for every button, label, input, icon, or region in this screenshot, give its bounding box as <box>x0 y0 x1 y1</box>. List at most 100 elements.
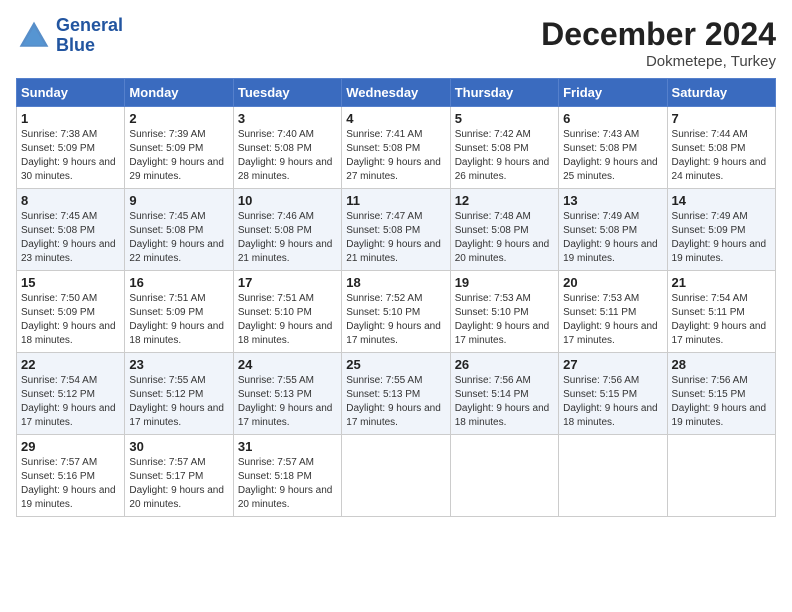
header-wednesday: Wednesday <box>342 79 450 107</box>
day-number: 13 <box>563 193 662 208</box>
day-number: 14 <box>672 193 771 208</box>
day-number: 28 <box>672 357 771 372</box>
day-number: 4 <box>346 111 445 126</box>
week-row-1: 1 Sunrise: 7:38 AMSunset: 5:09 PMDaylight… <box>17 107 776 189</box>
day-cell: 4 Sunrise: 7:41 AMSunset: 5:08 PMDaylight… <box>342 107 450 189</box>
day-cell <box>667 435 775 517</box>
day-info: Sunrise: 7:46 AMSunset: 5:08 PMDaylight:… <box>238 211 333 264</box>
day-number: 17 <box>238 275 337 290</box>
day-number: 24 <box>238 357 337 372</box>
day-number: 18 <box>346 275 445 290</box>
day-number: 6 <box>563 111 662 126</box>
day-number: 21 <box>672 275 771 290</box>
day-info: Sunrise: 7:44 AMSunset: 5:08 PMDaylight:… <box>672 129 767 182</box>
day-info: Sunrise: 7:53 AMSunset: 5:11 PMDaylight:… <box>563 293 658 346</box>
day-info: Sunrise: 7:55 AMSunset: 5:12 PMDaylight:… <box>129 375 224 428</box>
day-cell: 27 Sunrise: 7:56 AMSunset: 5:15 PMDayligh… <box>559 353 667 435</box>
header-tuesday: Tuesday <box>233 79 341 107</box>
week-row-5: 29 Sunrise: 7:57 AMSunset: 5:16 PMDayligh… <box>17 435 776 517</box>
day-info: Sunrise: 7:45 AMSunset: 5:08 PMDaylight:… <box>21 211 116 264</box>
day-info: Sunrise: 7:55 AMSunset: 5:13 PMDaylight:… <box>238 375 333 428</box>
day-info: Sunrise: 7:57 AMSunset: 5:17 PMDaylight:… <box>129 457 224 510</box>
day-cell: 28 Sunrise: 7:56 AMSunset: 5:15 PMDayligh… <box>667 353 775 435</box>
day-info: Sunrise: 7:53 AMSunset: 5:10 PMDaylight:… <box>455 293 550 346</box>
day-number: 20 <box>563 275 662 290</box>
logo: General Blue <box>16 16 123 56</box>
day-number: 26 <box>455 357 554 372</box>
day-info: Sunrise: 7:51 AMSunset: 5:10 PMDaylight:… <box>238 293 333 346</box>
header-friday: Friday <box>559 79 667 107</box>
month-title: December 2024 <box>541 16 776 53</box>
day-number: 15 <box>21 275 120 290</box>
day-cell: 24 Sunrise: 7:55 AMSunset: 5:13 PMDayligh… <box>233 353 341 435</box>
day-info: Sunrise: 7:56 AMSunset: 5:15 PMDaylight:… <box>563 375 658 428</box>
day-info: Sunrise: 7:52 AMSunset: 5:10 PMDaylight:… <box>346 293 441 346</box>
day-number: 7 <box>672 111 771 126</box>
header-monday: Monday <box>125 79 233 107</box>
day-number: 2 <box>129 111 228 126</box>
day-cell <box>559 435 667 517</box>
day-info: Sunrise: 7:42 AMSunset: 5:08 PMDaylight:… <box>455 129 550 182</box>
day-info: Sunrise: 7:48 AMSunset: 5:08 PMDaylight:… <box>455 211 550 264</box>
day-number: 22 <box>21 357 120 372</box>
day-cell: 13 Sunrise: 7:49 AMSunset: 5:08 PMDayligh… <box>559 189 667 271</box>
day-number: 10 <box>238 193 337 208</box>
day-number: 31 <box>238 439 337 454</box>
day-info: Sunrise: 7:56 AMSunset: 5:15 PMDaylight:… <box>672 375 767 428</box>
day-info: Sunrise: 7:55 AMSunset: 5:13 PMDaylight:… <box>346 375 441 428</box>
calendar-body: 1 Sunrise: 7:38 AMSunset: 5:09 PMDaylight… <box>17 107 776 517</box>
day-cell: 12 Sunrise: 7:48 AMSunset: 5:08 PMDayligh… <box>450 189 558 271</box>
day-number: 30 <box>129 439 228 454</box>
day-number: 1 <box>21 111 120 126</box>
day-info: Sunrise: 7:57 AMSunset: 5:16 PMDaylight:… <box>21 457 116 510</box>
day-cell: 10 Sunrise: 7:46 AMSunset: 5:08 PMDayligh… <box>233 189 341 271</box>
title-block: December 2024 Dokmetepe, Turkey <box>541 16 776 70</box>
day-cell: 9Sunrise: 7:45 AMSunset: 5:08 PMDaylight… <box>125 189 233 271</box>
day-cell: 8 Sunrise: 7:45 AMSunset: 5:08 PMDaylight… <box>17 189 125 271</box>
day-number: 29 <box>21 439 120 454</box>
logo-text: General Blue <box>56 16 123 56</box>
day-cell: 18 Sunrise: 7:52 AMSunset: 5:10 PMDayligh… <box>342 271 450 353</box>
day-cell: 25 Sunrise: 7:55 AMSunset: 5:13 PMDayligh… <box>342 353 450 435</box>
day-cell: 30 Sunrise: 7:57 AMSunset: 5:17 PMDayligh… <box>125 435 233 517</box>
day-info: Sunrise: 7:47 AMSunset: 5:08 PMDaylight:… <box>346 211 441 264</box>
day-number: 16 <box>129 275 228 290</box>
day-info: Sunrise: 7:41 AMSunset: 5:08 PMDaylight:… <box>346 129 441 182</box>
day-cell: 7 Sunrise: 7:44 AMSunset: 5:08 PMDaylight… <box>667 107 775 189</box>
day-cell: 11 Sunrise: 7:47 AMSunset: 5:08 PMDayligh… <box>342 189 450 271</box>
day-info: Sunrise: 7:39 AMSunset: 5:09 PMDaylight:… <box>129 129 224 182</box>
day-cell: 3 Sunrise: 7:40 AMSunset: 5:08 PMDaylight… <box>233 107 341 189</box>
day-info: Sunrise: 7:54 AMSunset: 5:12 PMDaylight:… <box>21 375 116 428</box>
day-cell: 5Sunrise: 7:42 AMSunset: 5:08 PMDaylight… <box>450 107 558 189</box>
day-cell: 6 Sunrise: 7:43 AMSunset: 5:08 PMDaylight… <box>559 107 667 189</box>
logo-icon <box>16 18 52 54</box>
day-cell: 17 Sunrise: 7:51 AMSunset: 5:10 PMDayligh… <box>233 271 341 353</box>
day-info: Sunrise: 7:40 AMSunset: 5:08 PMDaylight:… <box>238 129 333 182</box>
day-cell: 1 Sunrise: 7:38 AMSunset: 5:09 PMDaylight… <box>17 107 125 189</box>
day-info: Sunrise: 7:49 AMSunset: 5:09 PMDaylight:… <box>672 211 767 264</box>
day-cell: 2 Sunrise: 7:39 AMSunset: 5:09 PMDaylight… <box>125 107 233 189</box>
day-cell: 21 Sunrise: 7:54 AMSunset: 5:11 PMDayligh… <box>667 271 775 353</box>
day-number: 27 <box>563 357 662 372</box>
header-saturday: Saturday <box>667 79 775 107</box>
day-info: Sunrise: 7:38 AMSunset: 5:09 PMDaylight:… <box>21 129 116 182</box>
day-cell: 15 Sunrise: 7:50 AMSunset: 5:09 PMDayligh… <box>17 271 125 353</box>
day-cell: 31Sunrise: 7:57 AMSunset: 5:18 PMDayligh… <box>233 435 341 517</box>
calendar-header-row: SundayMondayTuesdayWednesdayThursdayFrid… <box>17 79 776 107</box>
day-number: 25 <box>346 357 445 372</box>
day-cell: 23Sunrise: 7:55 AMSunset: 5:12 PMDayligh… <box>125 353 233 435</box>
week-row-3: 15 Sunrise: 7:50 AMSunset: 5:09 PMDayligh… <box>17 271 776 353</box>
day-number: 11 <box>346 193 445 208</box>
day-info: Sunrise: 7:49 AMSunset: 5:08 PMDaylight:… <box>563 211 658 264</box>
day-number: 3 <box>238 111 337 126</box>
day-cell: 16Sunrise: 7:51 AMSunset: 5:09 PMDayligh… <box>125 271 233 353</box>
day-number: 19 <box>455 275 554 290</box>
day-info: Sunrise: 7:54 AMSunset: 5:11 PMDaylight:… <box>672 293 767 346</box>
day-number: 12 <box>455 193 554 208</box>
week-row-2: 8 Sunrise: 7:45 AMSunset: 5:08 PMDaylight… <box>17 189 776 271</box>
day-number: 8 <box>21 193 120 208</box>
day-info: Sunrise: 7:45 AMSunset: 5:08 PMDaylight:… <box>129 211 224 264</box>
page-header: General Blue December 2024 Dokmetepe, Tu… <box>16 16 776 70</box>
day-info: Sunrise: 7:50 AMSunset: 5:09 PMDaylight:… <box>21 293 116 346</box>
day-info: Sunrise: 7:43 AMSunset: 5:08 PMDaylight:… <box>563 129 658 182</box>
